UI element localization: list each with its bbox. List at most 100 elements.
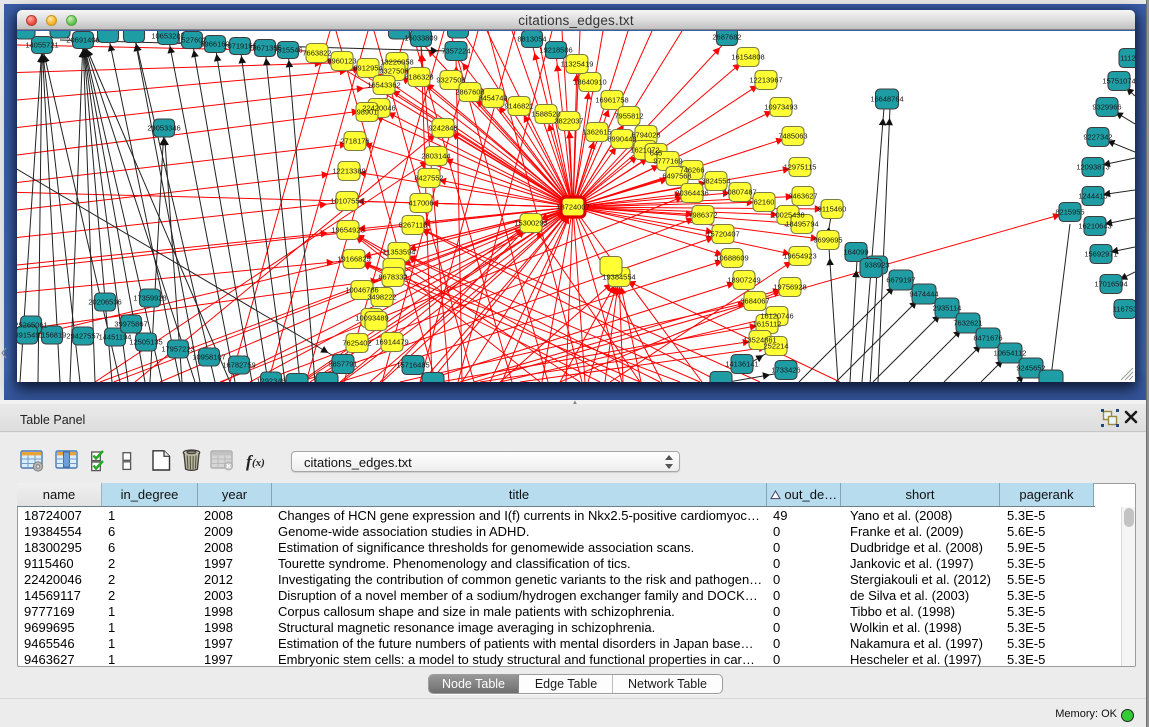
svg-text:18495794: 18495794 bbox=[785, 220, 818, 229]
svg-text:14136141: 14136141 bbox=[725, 360, 758, 369]
svg-text:18640910: 18640910 bbox=[573, 78, 606, 87]
svg-text:19654923: 19654923 bbox=[783, 252, 816, 261]
svg-text:8912954: 8912954 bbox=[353, 64, 382, 73]
svg-text:1156819: 1156819 bbox=[38, 331, 67, 340]
svg-text:12093873: 12093873 bbox=[1076, 163, 1109, 172]
svg-text:15720407: 15720407 bbox=[706, 230, 739, 239]
svg-text:6679197: 6679197 bbox=[886, 276, 915, 285]
svg-text:17957223: 17957223 bbox=[161, 345, 194, 354]
svg-text:8813054: 8813054 bbox=[517, 35, 546, 44]
svg-text:39975867: 39975867 bbox=[114, 320, 147, 329]
svg-text:8454749: 8454749 bbox=[478, 94, 507, 103]
svg-text:18724007: 18724007 bbox=[556, 203, 589, 212]
svg-text:12213389: 12213389 bbox=[332, 167, 365, 176]
svg-text:20206536: 20206536 bbox=[88, 298, 121, 307]
svg-text:8267110: 8267110 bbox=[399, 221, 428, 230]
svg-text:8471676: 8471676 bbox=[973, 334, 1002, 343]
svg-text:29427557: 29427557 bbox=[66, 332, 99, 341]
svg-text:12975115: 12975115 bbox=[784, 163, 817, 172]
svg-text:10107554: 10107554 bbox=[330, 197, 363, 206]
svg-text:6497568: 6497568 bbox=[662, 172, 691, 181]
svg-text:98901: 98901 bbox=[357, 108, 378, 117]
svg-text:8960123: 8960123 bbox=[327, 57, 356, 66]
svg-text:164099: 164099 bbox=[843, 248, 868, 257]
svg-text:62160: 62160 bbox=[754, 198, 775, 207]
svg-text:7625402: 7625402 bbox=[342, 339, 371, 348]
svg-text:7632621: 7632621 bbox=[953, 319, 982, 328]
svg-text:8678332: 8678332 bbox=[378, 273, 407, 282]
svg-text:17016504: 17016504 bbox=[1094, 280, 1127, 289]
svg-text:9777169: 9777169 bbox=[653, 157, 682, 166]
svg-text:391549: 391549 bbox=[17, 331, 40, 340]
svg-text:2935114: 2935114 bbox=[933, 304, 962, 313]
svg-text:7955812: 7955812 bbox=[614, 112, 643, 121]
svg-text:7515546: 7515546 bbox=[273, 46, 302, 55]
svg-text:25265061: 25265061 bbox=[17, 321, 48, 330]
svg-text:10807487: 10807487 bbox=[723, 188, 756, 197]
svg-text:252214: 252214 bbox=[763, 342, 788, 351]
svg-text:2687682: 2687682 bbox=[712, 33, 741, 42]
svg-text:938923: 938923 bbox=[864, 261, 889, 270]
svg-text:10025438: 10025438 bbox=[771, 211, 804, 220]
svg-text:1244415: 1244415 bbox=[1078, 192, 1107, 201]
svg-text:15716485: 15716485 bbox=[396, 361, 429, 370]
svg-text:8427552: 8427552 bbox=[414, 174, 443, 183]
svg-text:11353594: 11353594 bbox=[383, 248, 416, 257]
svg-text:9146821: 9146821 bbox=[504, 102, 533, 111]
svg-text:9227342: 9227342 bbox=[1083, 133, 1112, 142]
svg-text:16961758: 16961758 bbox=[595, 96, 628, 105]
svg-text:9115460: 9115460 bbox=[818, 205, 847, 214]
svg-text:9474444: 9474444 bbox=[909, 290, 938, 299]
svg-text:1292348: 1292348 bbox=[256, 377, 285, 382]
svg-text:16033809: 16033809 bbox=[404, 34, 437, 43]
svg-text:19756928: 19756928 bbox=[773, 283, 806, 292]
svg-text:10093489: 10093489 bbox=[355, 314, 388, 323]
svg-text:10973493: 10973493 bbox=[764, 103, 797, 112]
svg-text:9245652: 9245652 bbox=[1016, 364, 1045, 373]
svg-text:8215955: 8215955 bbox=[1055, 208, 1084, 217]
svg-text:9463627: 9463627 bbox=[788, 192, 817, 201]
svg-text:10958107: 10958107 bbox=[192, 353, 225, 362]
svg-text:7357224: 7357224 bbox=[441, 47, 470, 56]
svg-text:1733426: 1733426 bbox=[771, 366, 800, 375]
svg-text:11325419: 11325419 bbox=[561, 60, 594, 69]
svg-text:16648764: 16648764 bbox=[870, 95, 903, 104]
svg-text:12505135: 12505135 bbox=[129, 338, 162, 347]
svg-text:11123: 11123 bbox=[1120, 54, 1135, 63]
svg-text:15300293: 15300293 bbox=[514, 219, 547, 228]
svg-text:2803144: 2803144 bbox=[421, 152, 450, 161]
svg-text:16914479: 16914479 bbox=[375, 338, 408, 347]
svg-text:1615112: 1615112 bbox=[753, 320, 782, 329]
svg-text:3822037: 3822037 bbox=[554, 117, 583, 126]
svg-text:7986372: 7986372 bbox=[688, 211, 717, 220]
svg-text:18907249: 18907249 bbox=[727, 276, 760, 285]
svg-text:14055721: 14055721 bbox=[25, 41, 58, 50]
svg-text:116753: 116753 bbox=[1113, 305, 1135, 314]
svg-text:14451194: 14451194 bbox=[99, 333, 132, 342]
svg-text:3498222: 3498222 bbox=[367, 293, 396, 302]
svg-text:9857791: 9857791 bbox=[328, 360, 357, 369]
svg-text:19654923: 19654923 bbox=[331, 226, 364, 235]
svg-text:10688609: 10688609 bbox=[715, 254, 748, 263]
svg-text:3824554: 3824554 bbox=[701, 177, 730, 186]
svg-text:(x): (x) bbox=[252, 457, 265, 469]
svg-text:6794028: 6794028 bbox=[631, 131, 660, 140]
svg-text:15692971: 15692971 bbox=[1084, 250, 1117, 259]
svg-text:2718176: 2718176 bbox=[340, 137, 369, 146]
svg-text:8186328: 8186328 bbox=[404, 73, 433, 82]
svg-text:7485063: 7485063 bbox=[778, 132, 807, 141]
svg-text:16154808: 16154808 bbox=[731, 53, 764, 62]
svg-text:9684067: 9684067 bbox=[740, 297, 769, 306]
svg-text:9242848: 9242848 bbox=[428, 124, 457, 133]
svg-text:9699695: 9699695 bbox=[813, 236, 842, 245]
svg-text:20364436: 20364436 bbox=[675, 189, 708, 198]
svg-text:17359928: 17359928 bbox=[133, 294, 166, 303]
svg-text:15751074: 15751074 bbox=[1102, 77, 1135, 86]
svg-text:12213967: 12213967 bbox=[749, 76, 782, 85]
svg-text:9329966: 9329966 bbox=[1092, 103, 1121, 112]
svg-text:16210643: 16210643 bbox=[1078, 222, 1111, 231]
svg-text:16543362: 16543362 bbox=[367, 81, 400, 90]
svg-text:9327508: 9327508 bbox=[436, 76, 465, 85]
svg-text:19218506: 19218506 bbox=[539, 46, 572, 55]
svg-text:13226058: 13226058 bbox=[380, 58, 413, 67]
